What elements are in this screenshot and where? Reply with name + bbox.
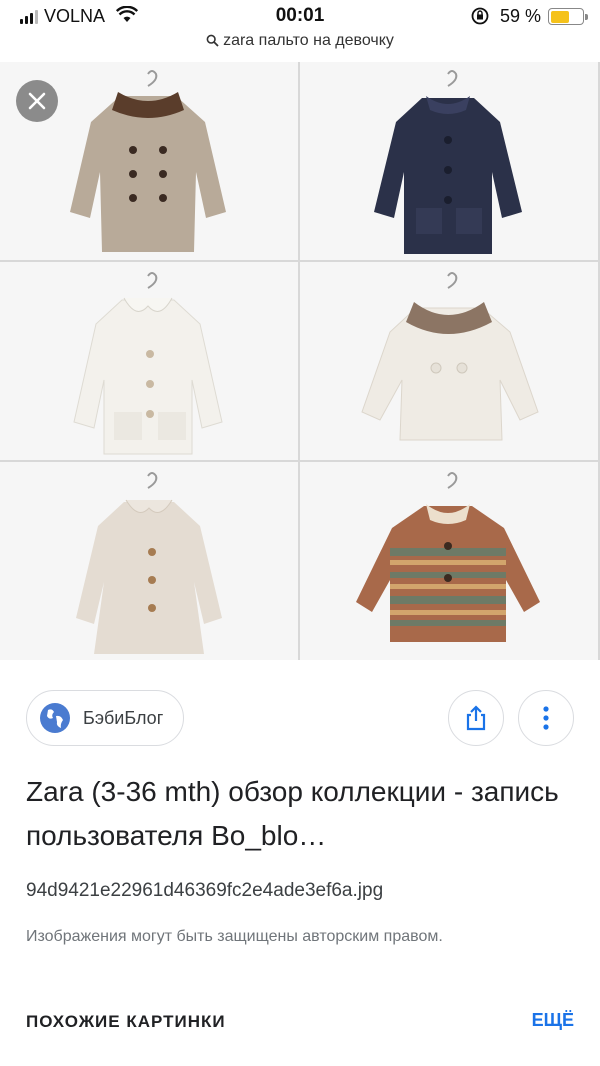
more-link[interactable]: ЕЩЁ	[532, 1010, 574, 1031]
coat-image	[356, 472, 540, 642]
image-coat-white-round-collar[interactable]	[0, 262, 298, 460]
copyright-notice: Изображения могут быть защищены авторски…	[26, 928, 443, 945]
coat-image	[73, 272, 223, 455]
close-icon	[28, 92, 46, 110]
globe-icon	[40, 703, 70, 733]
more-options-button[interactable]	[518, 690, 574, 746]
status-bar: VOLNA 00:01 59 %	[0, 0, 600, 34]
share-button[interactable]	[448, 690, 504, 746]
orientation-lock-icon	[471, 7, 489, 25]
image-coat-beige[interactable]	[0, 462, 298, 660]
coat-image	[76, 472, 222, 654]
share-icon	[466, 705, 486, 731]
search-query-bar[interactable]: zara пальто на девочку	[0, 32, 600, 58]
image-coat-navy[interactable]	[300, 62, 598, 260]
result-title[interactable]: Zara (3-36 mth) обзор коллекции - запись…	[26, 770, 576, 858]
image-grid	[0, 62, 600, 660]
image-coat-white-fur-collar[interactable]	[300, 262, 598, 460]
battery-percent: 59 %	[500, 6, 542, 26]
search-query-text: zara пальто на девочку	[223, 32, 394, 49]
search-icon	[206, 34, 219, 47]
battery-icon	[548, 8, 588, 25]
coat-image	[361, 272, 539, 441]
coat-image	[374, 70, 522, 254]
more-vert-icon	[543, 706, 549, 730]
similar-images-label: ПОХОЖИЕ КАРТИНКИ	[26, 1012, 226, 1031]
source-chip[interactable]: БэбиБлог	[26, 690, 185, 746]
source-name: БэбиБлог	[83, 707, 164, 728]
result-filename: 94d9421e22961d46369fc2e4ade3ef6a.jpg	[26, 880, 384, 901]
image-coat-striped-knit[interactable]	[300, 462, 598, 660]
close-button[interactable]	[16, 80, 58, 122]
battery-level	[550, 10, 569, 23]
